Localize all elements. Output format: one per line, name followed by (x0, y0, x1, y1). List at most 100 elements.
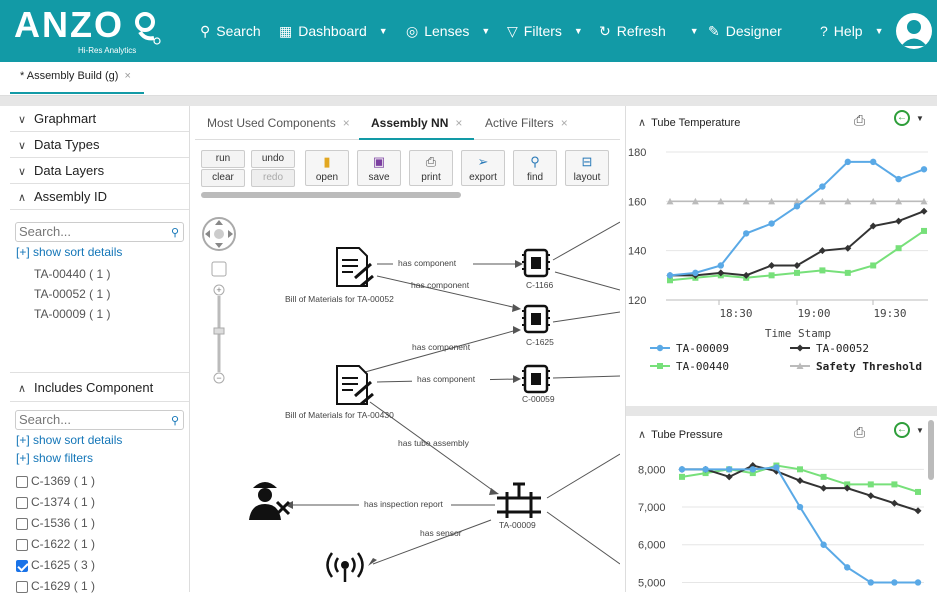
tab-most-used-components[interactable]: Most Used Components × (207, 106, 350, 140)
section-graphmart[interactable]: ∨ Graphmart (10, 106, 189, 132)
component-node-c-1166[interactable]: C-1166 (522, 248, 554, 290)
component-node-c-1625[interactable]: C-1625 (522, 304, 554, 347)
data-point (768, 272, 775, 279)
checkbox-checked[interactable] (16, 559, 28, 572)
list-item[interactable]: C-1374 ( 1 ) (10, 492, 189, 513)
data-point (726, 466, 733, 473)
close-icon[interactable]: × (561, 116, 568, 130)
section-assembly-id[interactable]: ∧ Assembly ID (10, 184, 189, 210)
user-avatar[interactable] (896, 13, 932, 49)
inspection-report-node[interactable] (249, 482, 291, 520)
section-data-types[interactable]: ∨ Data Types (10, 132, 189, 158)
checkbox[interactable] (16, 475, 28, 488)
node-label: C-1625 (526, 337, 554, 347)
find-button[interactable]: ⚲ find (513, 150, 557, 186)
list-item[interactable]: C-1629 ( 1 ) (10, 576, 189, 597)
sensor-node[interactable] (326, 552, 364, 582)
chevron-down-icon[interactable]: ▼ (916, 426, 924, 435)
export-button[interactable]: ➢ export (461, 150, 505, 186)
pressure-line-chart[interactable]: 5,000 6,000 7,000 8,000 (626, 448, 926, 592)
tab-assembly-build[interactable]: * Assembly Build (g) × (10, 62, 144, 94)
nav-help[interactable]: ? Help ▼ (820, 0, 884, 62)
chevron-down-icon: ▼ (874, 26, 884, 36)
run-button[interactable]: run (201, 150, 245, 168)
close-icon[interactable]: × (455, 116, 462, 130)
print-icon[interactable]: ⎙ (854, 112, 865, 129)
data-point (796, 503, 804, 511)
anzo-logo[interactable]: ANZO Hi-Res Analytics (14, 6, 164, 56)
checkbox[interactable] (16, 517, 28, 530)
y-tick-label: 180 (628, 147, 646, 159)
undo-button[interactable]: undo (251, 150, 295, 168)
section-label: Graphmart (34, 111, 97, 126)
legend-label: TA-00052 (816, 342, 869, 355)
assembly-search-input[interactable]: Search... ⚲ (15, 222, 184, 242)
vertical-scrollbar[interactable] (928, 420, 934, 480)
section-data-layers[interactable]: ∨ Data Layers (10, 158, 189, 184)
open-button[interactable]: ▮ open (305, 150, 349, 186)
chevron-up-icon: ∧ (18, 192, 27, 204)
redo-button[interactable]: redo (251, 169, 295, 187)
list-item[interactable]: TA-00009 ( 1 ) (34, 304, 189, 324)
tab-assembly-nn[interactable]: Assembly NN × (359, 106, 475, 140)
list-item[interactable]: TA-00052 ( 1 ) (34, 284, 189, 304)
edge-label: has tube assembly (398, 438, 470, 448)
sensor-icon (341, 561, 349, 569)
list-item[interactable]: C-1369 ( 1 ) (10, 471, 189, 492)
chevron-up-icon[interactable]: ∧ (638, 429, 646, 441)
horizontal-scrollbar[interactable] (201, 192, 461, 198)
filter-icon: ▽ (507, 22, 518, 39)
print-button[interactable]: ⎙ print (409, 150, 453, 186)
x-tick-label: 19:30 (873, 307, 906, 320)
show-filters-link[interactable]: [+] show filters (10, 451, 189, 465)
back-icon[interactable]: ← (894, 422, 910, 438)
network-graph[interactable]: + − has component has component has comp… (195, 202, 620, 592)
panel-splitter[interactable] (626, 406, 937, 416)
nav-lenses-label: Lenses (424, 23, 470, 39)
nav-search[interactable]: ⚲ Search (200, 0, 261, 62)
list-item[interactable]: TA-00440 ( 1 ) (34, 264, 189, 284)
show-sort-details-link[interactable]: [+] show sort details (10, 433, 189, 447)
section-includes-component[interactable]: ∧ Includes Component (10, 372, 189, 402)
clear-button[interactable]: clear (201, 169, 245, 187)
show-sort-details-link[interactable]: [+] show sort details (10, 245, 189, 259)
close-icon[interactable]: × (124, 70, 130, 82)
zoom-slider[interactable]: + − (213, 284, 225, 384)
save-button[interactable]: ▣ save (357, 150, 401, 186)
component-node-c-00059[interactable]: C-00059 (522, 364, 555, 404)
panel-tabs: Most Used Components × Assembly NN × Activ… (195, 106, 620, 140)
nav-lenses[interactable]: ◎ Lenses ▼ (406, 0, 490, 62)
nav-dashboard[interactable]: ▦ Dashboard ▼ (279, 0, 388, 62)
export-icon: ➢ (477, 154, 489, 169)
chevron-up-icon[interactable]: ∧ (638, 117, 646, 129)
valve-icon (497, 482, 541, 518)
checkbox[interactable] (16, 538, 28, 551)
temperature-line-chart[interactable]: 120 140 160 180 18:30 19:00 19:30 Time Stamp TA-… (626, 136, 937, 406)
layout-label: layout (573, 172, 601, 183)
print-icon: ⎙ (425, 154, 437, 169)
component-search-input[interactable]: Search... ⚲ (15, 410, 184, 430)
fit-icon[interactable] (211, 261, 227, 277)
tube-assembly-node-ta-00009[interactable]: TA-00009 (497, 482, 541, 530)
list-item[interactable]: C-1536 ( 1 ) (10, 513, 189, 534)
tab-active-filters[interactable]: Active Filters × (485, 106, 568, 140)
close-icon[interactable]: × (343, 116, 350, 130)
checkbox[interactable] (16, 580, 28, 593)
nav-designer[interactable]: ✎ Designer (708, 0, 782, 62)
legend-label: Safety Threshold (816, 360, 922, 373)
chevron-down-icon[interactable]: ▼ (916, 114, 924, 123)
legend-item: TA-00052 (790, 342, 869, 355)
pan-control[interactable] (202, 217, 236, 251)
data-point (870, 262, 877, 269)
nav-filters[interactable]: ▽ Filters ▼ (507, 0, 583, 62)
back-icon[interactable]: ← (894, 110, 910, 126)
top-navbar: ANZO Hi-Res Analytics ⚲ Search ▦ Dashboa… (0, 0, 937, 62)
nav-refresh[interactable]: ↻ Refresh ▼ (599, 0, 699, 62)
list-item[interactable]: C-1622 ( 1 ) (10, 534, 189, 555)
open-label: open (315, 172, 339, 183)
bom-node-ta-00430[interactable]: Bill of Materials for TA-00430 (285, 365, 394, 420)
checkbox[interactable] (16, 496, 28, 509)
layout-button[interactable]: ⊟ layout (565, 150, 609, 186)
list-item[interactable]: C-1625 ( 3 ) (10, 555, 189, 576)
print-icon[interactable]: ⎙ (854, 424, 865, 441)
